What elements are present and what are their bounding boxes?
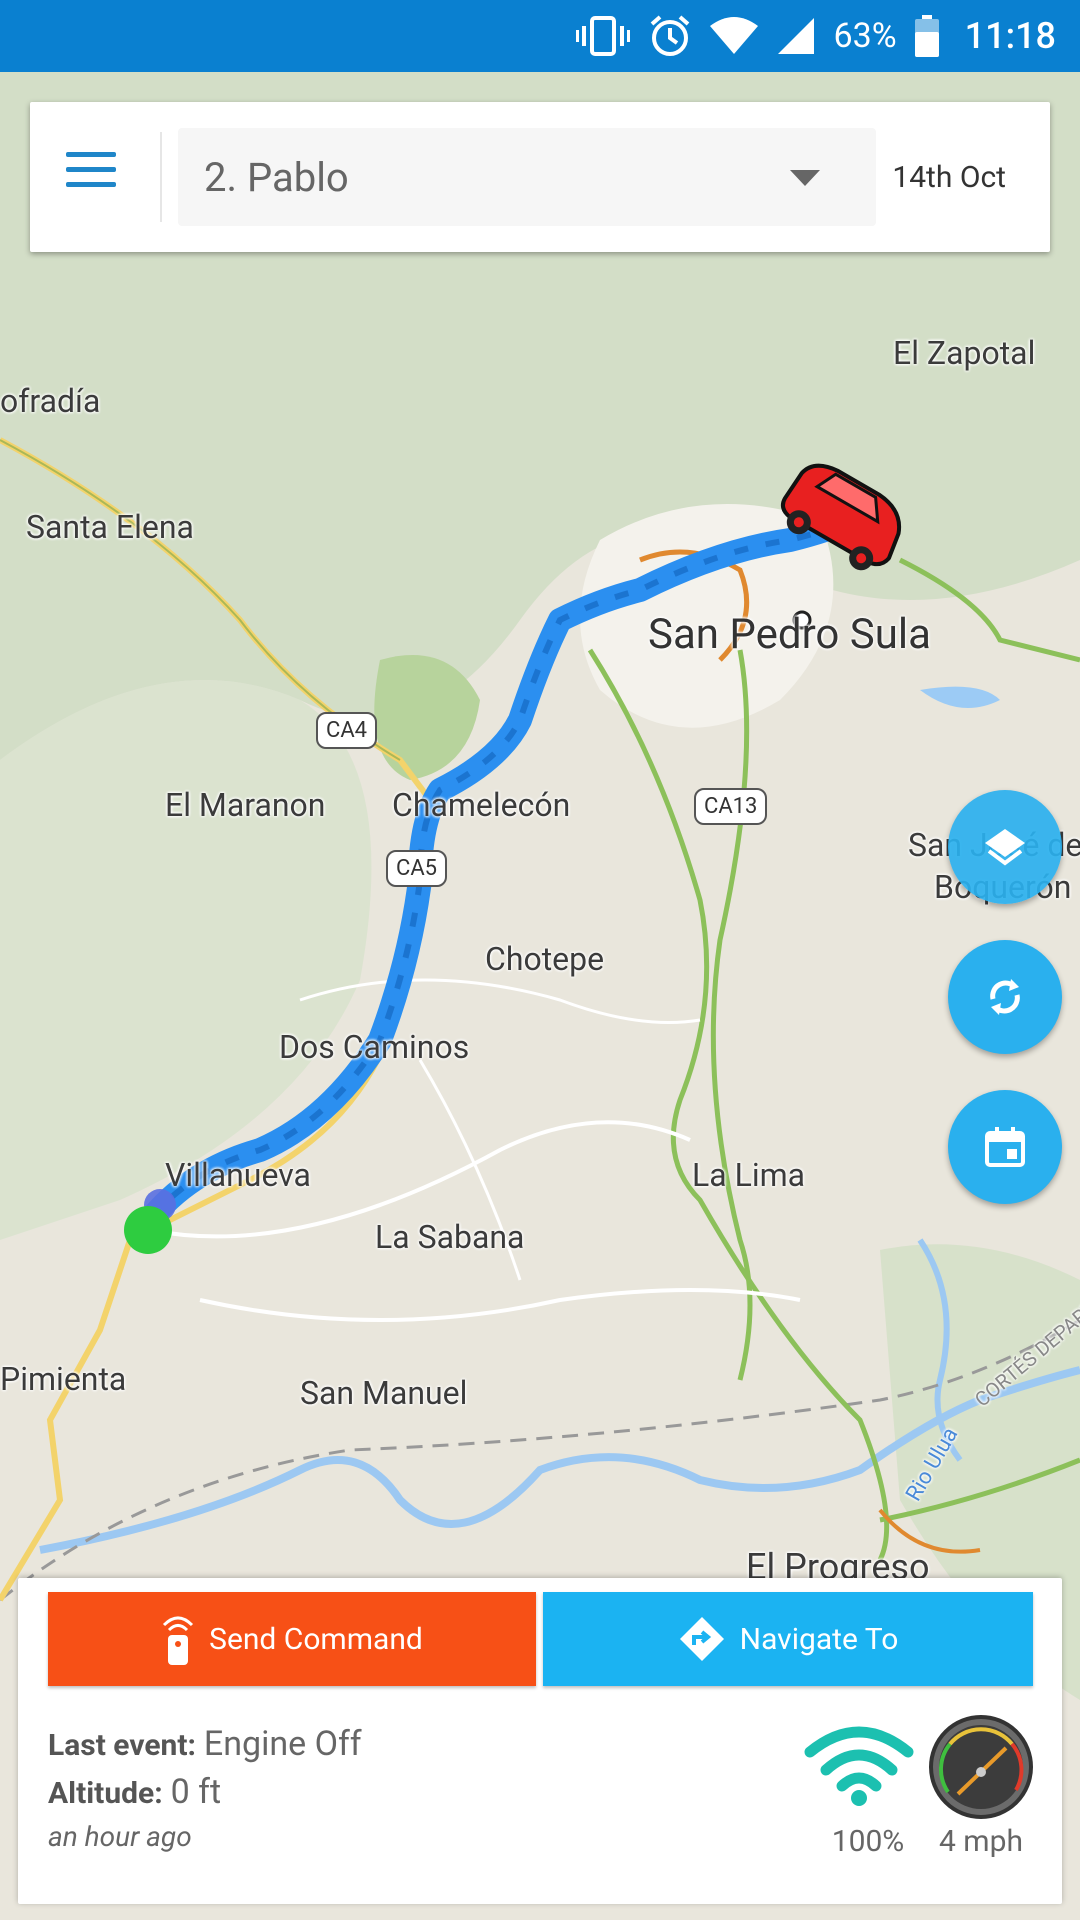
wifi-signal-icon [804, 1726, 914, 1806]
date-label[interactable]: 14th Oct [892, 160, 1006, 195]
route-shield: CA4 [316, 712, 378, 749]
alarm-icon [650, 15, 689, 56]
directions-icon [679, 1617, 724, 1661]
speedometer-icon [929, 1715, 1033, 1819]
remote-icon [163, 1616, 194, 1665]
layers-button[interactable] [948, 790, 1062, 904]
layers-icon [985, 829, 1025, 866]
place-label: Pimienta [0, 1360, 127, 1398]
start-marker [124, 1206, 172, 1254]
vehicle-car-icon[interactable] [772, 460, 916, 572]
calendar-button[interactable] [948, 1090, 1062, 1204]
battery-icon [914, 15, 939, 57]
place-label: La Sabana [375, 1218, 525, 1256]
place-label: Chamelecón [392, 786, 571, 824]
time-ago: an hour ago [48, 1820, 192, 1853]
divider [160, 132, 162, 222]
menu-icon[interactable] [66, 152, 116, 202]
cell-signal-icon [777, 18, 814, 54]
place-label: Santa Elena [26, 508, 194, 546]
speed-value: 4 mph [939, 1824, 1023, 1859]
place-label: El Maranon [165, 786, 326, 824]
vehicle-dropdown[interactable]: 2. Pablo [178, 128, 876, 226]
send-command-label: Send Command [209, 1621, 423, 1657]
last-event-label: Last event: [48, 1728, 196, 1763]
place-label: Dos Caminos [279, 1028, 470, 1066]
navigate-to-button[interactable]: Navigate To [543, 1592, 1033, 1686]
signal-value: 100% [831, 1824, 905, 1859]
place-label: Villanueva [165, 1156, 311, 1194]
vehicle-header-card: 2. Pablo 14th Oct [30, 102, 1050, 252]
clock: 11:18 [964, 15, 1056, 57]
vehicle-info-panel: Send Command Navigate To Last event: Eng… [18, 1578, 1062, 1904]
send-command-button[interactable]: Send Command [48, 1592, 536, 1686]
status-bar: 63% 11:18 [0, 0, 1080, 72]
last-event-value: Engine Off [203, 1724, 362, 1764]
vehicle-dropdown-value: 2. Pablo [204, 154, 349, 201]
place-label: Chotepe [485, 940, 605, 978]
refresh-icon [990, 979, 1020, 1015]
altitude-value: 0 ft [170, 1772, 222, 1812]
vibrate-icon [575, 16, 630, 56]
navigate-to-label: Navigate To [739, 1621, 899, 1657]
altitude-row: Altitude: 0 ft [48, 1772, 221, 1812]
calendar-icon [985, 1127, 1025, 1167]
route-shield: CA5 [386, 850, 448, 887]
place-label: ofradía [0, 382, 101, 420]
place-label: San Pedro Sula [648, 610, 931, 659]
refresh-button[interactable] [948, 940, 1062, 1054]
wifi-status-icon [709, 17, 758, 54]
battery-percent: 63% [833, 16, 897, 56]
place-label: La Lima [692, 1156, 806, 1194]
last-event-row: Last event: Engine Off [48, 1724, 362, 1764]
route-shield: CA13 [694, 788, 768, 825]
chevron-down-icon [790, 170, 820, 186]
place-label: San Manuel [300, 1374, 468, 1412]
altitude-label: Altitude: [48, 1776, 163, 1811]
place-label: El Zapotal [893, 334, 1036, 372]
